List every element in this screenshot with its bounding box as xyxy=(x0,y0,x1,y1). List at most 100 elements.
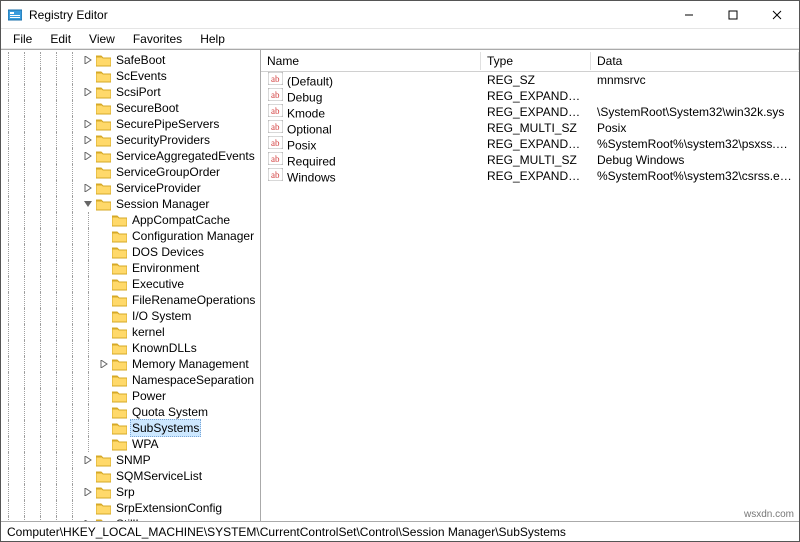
tree-node[interactable]: ScsiPort xyxy=(1,84,260,100)
tree-node-label[interactable]: SecureBoot xyxy=(114,100,181,116)
tree-node[interactable]: ServiceGroupOrder xyxy=(1,164,260,180)
tree-node[interactable]: Memory Management xyxy=(1,356,260,372)
tree-node[interactable]: ServiceAggregatedEvents xyxy=(1,148,260,164)
menu-edit[interactable]: Edit xyxy=(42,30,79,48)
tree-node[interactable]: Environment xyxy=(1,260,260,276)
menu-view[interactable]: View xyxy=(81,30,123,48)
values-pane[interactable]: Name Type Data ab(Default)REG_SZmnmsrvca… xyxy=(261,50,799,521)
tree-node[interactable]: Power xyxy=(1,388,260,404)
tree-node-label[interactable]: Executive xyxy=(130,276,186,292)
tree-node-label[interactable]: FileRenameOperations xyxy=(130,292,257,308)
value-row[interactable]: ab(Default)REG_SZmnmsrvc xyxy=(261,72,799,88)
tree-node-label[interactable]: ScEvents xyxy=(114,68,169,84)
tree-node[interactable]: I/O System xyxy=(1,308,260,324)
menu-file[interactable]: File xyxy=(5,30,40,48)
tree-node-label[interactable]: ScsiPort xyxy=(114,84,163,100)
tree-node-label[interactable]: Session Manager xyxy=(114,196,211,212)
tree-node-label[interactable]: SafeBoot xyxy=(114,52,167,68)
folder-icon xyxy=(111,276,127,292)
menu-help[interactable]: Help xyxy=(192,30,233,48)
tree-node-label[interactable]: ServiceProvider xyxy=(114,180,203,196)
tree-node-label[interactable]: AppCompatCache xyxy=(130,212,232,228)
tree-node[interactable]: SecurityProviders xyxy=(1,132,260,148)
tree-node[interactable]: SecurePipeServers xyxy=(1,116,260,132)
minimize-button[interactable] xyxy=(667,1,711,29)
value-row[interactable]: abOptionalREG_MULTI_SZPosix xyxy=(261,120,799,136)
tree-node-label[interactable]: Environment xyxy=(130,260,201,276)
tree-node[interactable]: StillImage xyxy=(1,516,260,521)
tree-node-label[interactable]: NamespaceSeparation xyxy=(130,372,256,388)
tree-node-label[interactable]: kernel xyxy=(130,324,167,340)
tree-node[interactable]: ScEvents xyxy=(1,68,260,84)
tree-node[interactable]: Quota System xyxy=(1,404,260,420)
chevron-right-icon[interactable] xyxy=(81,84,95,100)
folder-icon xyxy=(111,260,127,276)
values-list: ab(Default)REG_SZmnmsrvcabDebugREG_EXPAN… xyxy=(261,72,799,184)
tree-node[interactable]: WPA xyxy=(1,436,260,452)
tree-node-label[interactable]: SrpExtensionConfig xyxy=(114,500,224,516)
tree-node-label[interactable]: SQMServiceList xyxy=(114,468,204,484)
tree-node[interactable]: SafeBoot xyxy=(1,52,260,68)
maximize-button[interactable] xyxy=(711,1,755,29)
value-type: REG_SZ xyxy=(481,72,591,88)
svg-text:ab: ab xyxy=(271,170,280,180)
tree-node-label[interactable]: SecurePipeServers xyxy=(114,116,221,132)
tree-node-label[interactable]: Configuration Manager xyxy=(130,228,256,244)
tree-node[interactable]: SQMServiceList xyxy=(1,468,260,484)
chevron-right-icon[interactable] xyxy=(97,356,111,372)
tree-node-label[interactable]: WPA xyxy=(130,436,160,452)
value-data: Debug Windows xyxy=(591,152,799,168)
chevron-right-icon[interactable] xyxy=(81,516,95,521)
tree-node[interactable]: Executive xyxy=(1,276,260,292)
tree-node[interactable]: AppCompatCache xyxy=(1,212,260,228)
tree-node[interactable]: SubSystems xyxy=(1,420,260,436)
tree-node[interactable]: NamespaceSeparation xyxy=(1,372,260,388)
svg-text:ab: ab xyxy=(271,90,280,100)
tree-node-label[interactable]: Power xyxy=(130,388,168,404)
chevron-right-icon[interactable] xyxy=(81,132,95,148)
tree-node[interactable]: Session Manager xyxy=(1,196,260,212)
column-data[interactable]: Data xyxy=(591,52,799,70)
close-button[interactable] xyxy=(755,1,799,29)
chevron-right-icon[interactable] xyxy=(81,484,95,500)
chevron-right-icon[interactable] xyxy=(81,116,95,132)
value-row[interactable]: abWindowsREG_EXPAND_SZ%SystemRoot%\syste… xyxy=(261,168,799,184)
chevron-right-icon[interactable] xyxy=(81,148,95,164)
tree-node[interactable]: KnownDLLs xyxy=(1,340,260,356)
chevron-right-icon[interactable] xyxy=(81,52,95,68)
column-name[interactable]: Name xyxy=(261,52,481,70)
tree-node[interactable]: kernel xyxy=(1,324,260,340)
tree-node-label[interactable]: DOS Devices xyxy=(130,244,206,260)
tree-node-label[interactable]: SubSystems xyxy=(130,419,201,437)
value-row[interactable]: abKmodeREG_EXPAND_SZ\SystemRoot\System32… xyxy=(261,104,799,120)
tree-node[interactable]: Srp xyxy=(1,484,260,500)
chevron-down-icon[interactable] xyxy=(81,196,95,212)
tree-node[interactable]: SNMP xyxy=(1,452,260,468)
tree-node-label[interactable]: ServiceGroupOrder xyxy=(114,164,222,180)
value-row[interactable]: abRequiredREG_MULTI_SZDebug Windows xyxy=(261,152,799,168)
chevron-right-icon[interactable] xyxy=(81,180,95,196)
values-header: Name Type Data xyxy=(261,50,799,72)
tree-node-label[interactable]: StillImage xyxy=(114,516,171,521)
tree-node[interactable]: FileRenameOperations xyxy=(1,292,260,308)
tree-node-label[interactable]: ServiceAggregatedEvents xyxy=(114,148,257,164)
tree-pane[interactable]: SafeBootScEventsScsiPortSecureBootSecure… xyxy=(1,50,261,521)
column-type[interactable]: Type xyxy=(481,52,591,70)
tree-node[interactable]: SecureBoot xyxy=(1,100,260,116)
tree-node-label[interactable]: SNMP xyxy=(114,452,153,468)
tree-node-label[interactable]: SecurityProviders xyxy=(114,132,212,148)
chevron-right-icon[interactable] xyxy=(81,452,95,468)
tree-node-label[interactable]: Srp xyxy=(114,484,137,500)
menu-favorites[interactable]: Favorites xyxy=(125,30,190,48)
tree-node-label[interactable]: Quota System xyxy=(130,404,210,420)
tree-node[interactable]: ServiceProvider xyxy=(1,180,260,196)
tree-node-label[interactable]: I/O System xyxy=(130,308,193,324)
tree-node-label[interactable]: KnownDLLs xyxy=(130,340,199,356)
tree-node[interactable]: DOS Devices xyxy=(1,244,260,260)
tree-node[interactable]: Configuration Manager xyxy=(1,228,260,244)
folder-icon xyxy=(95,116,111,132)
tree-node[interactable]: SrpExtensionConfig xyxy=(1,500,260,516)
value-row[interactable]: abDebugREG_EXPAND_SZ xyxy=(261,88,799,104)
value-row[interactable]: abPosixREG_EXPAND_SZ%SystemRoot%\system3… xyxy=(261,136,799,152)
tree-node-label[interactable]: Memory Management xyxy=(130,356,251,372)
